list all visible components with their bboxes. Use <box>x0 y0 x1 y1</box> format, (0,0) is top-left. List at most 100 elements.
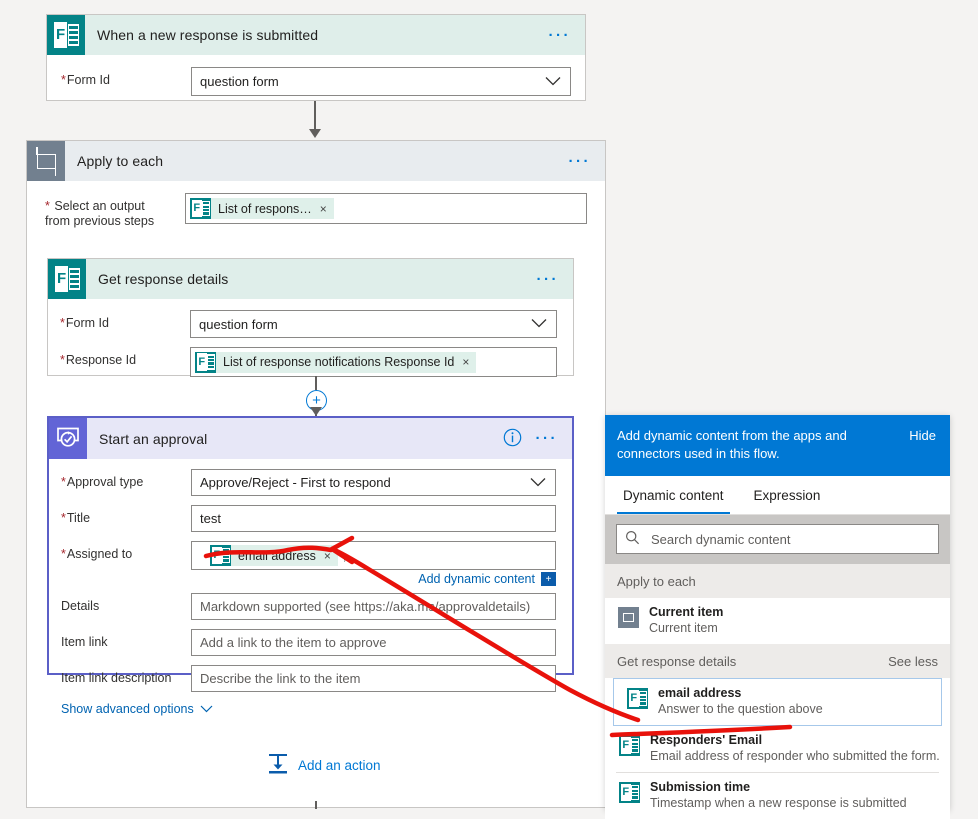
trigger-menu-button[interactable]: ··· <box>549 28 586 43</box>
dynamic-item-title: email address <box>658 686 742 700</box>
approval-title-input[interactable]: test <box>191 505 556 532</box>
start-approval-menu-button[interactable]: ··· <box>536 431 573 446</box>
token-label: email address <box>238 548 316 563</box>
connector-arrow-2 <box>310 407 322 416</box>
gr-response-id-label: Response Id <box>60 347 190 368</box>
token-list-of-responses[interactable]: F List of respons… × <box>190 198 334 219</box>
tab-expression[interactable]: Expression <box>748 476 827 514</box>
gr-response-id-row: Response Id F List of response notificat… <box>60 347 557 377</box>
gr-form-id-row: Form Id question form <box>60 310 557 338</box>
item-link-input[interactable]: Add a link to the item to approve <box>191 629 556 656</box>
apply-to-each-header[interactable]: Apply to each ··· <box>27 141 605 181</box>
add-an-action-label: Add an action <box>298 757 381 773</box>
chevron-down-icon[interactable] <box>530 475 546 490</box>
trigger-form-id-row: Form Id question form <box>61 67 571 96</box>
start-approval-body: Approval type Approve/Reject - First to … <box>49 459 572 716</box>
forms-icon: F <box>190 198 211 219</box>
connector-line-4 <box>315 801 317 809</box>
approval-title-label: Title <box>61 505 191 526</box>
select-output-input[interactable]: F List of respons… × <box>185 193 587 224</box>
dynamic-item-responders-email[interactable]: F Responders' Email Email address of res… <box>605 726 950 772</box>
dynamic-item-email-address[interactable]: F email address Answer to the question a… <box>613 678 942 726</box>
assigned-to-row: Assigned to F email address × ; <box>61 541 556 570</box>
trigger-title: When a new response is submitted <box>97 27 319 43</box>
token-remove-button[interactable]: × <box>462 355 469 369</box>
select-output-label-line2: from previous steps <box>45 214 155 228</box>
trigger-card-header[interactable]: F When a new response is submitted ··· <box>47 15 585 55</box>
get-response-details-card[interactable]: F Get response details ··· Form Id quest… <box>47 258 574 377</box>
trigger-form-id-input[interactable]: question form <box>191 67 571 96</box>
start-approval-header[interactable]: Start an approval ··· <box>49 418 572 459</box>
chevron-down-icon[interactable] <box>545 74 561 89</box>
dynamic-content-panel[interactable]: Add dynamic content from the apps and co… <box>605 415 950 819</box>
loop-icon <box>618 607 639 628</box>
token-email-address[interactable]: F email address × <box>210 545 338 566</box>
assigned-to-trailing-text: ; <box>342 548 347 563</box>
hide-panel-button[interactable]: Hide <box>909 427 936 463</box>
info-icon[interactable] <box>503 428 522 450</box>
trigger-card[interactable]: F When a new response is submitted ··· F… <box>46 14 586 101</box>
dynamic-group-name: Get response details <box>617 654 737 669</box>
search-placeholder: Search dynamic content <box>651 531 791 547</box>
trigger-form-id-value: question form <box>200 74 279 89</box>
forms-icon: F <box>48 259 86 299</box>
approval-type-label: Approval type <box>61 469 191 490</box>
approval-type-select[interactable]: Approve/Reject - First to respond <box>191 469 556 496</box>
dynamic-item-current-item[interactable]: Current item Current item <box>605 598 950 644</box>
add-dynamic-content-icon[interactable]: + <box>541 572 556 586</box>
approval-title-row: Title test <box>61 505 556 532</box>
show-advanced-options-toggle[interactable]: Show advanced options <box>61 701 556 716</box>
approval-icon <box>49 418 87 459</box>
search-icon <box>625 530 640 548</box>
token-label: List of respons… <box>218 201 312 216</box>
apply-to-each-menu-button[interactable]: ··· <box>569 154 606 169</box>
apply-to-each-body: Select an output from previous steps F L… <box>27 181 605 229</box>
forms-icon: F <box>619 782 640 803</box>
item-link-description-row: Item link description Describe the link … <box>61 665 556 692</box>
add-an-action-button[interactable]: Add an action <box>267 753 381 777</box>
dynamic-group-apply-to-each: Apply to each <box>605 564 950 598</box>
token-response-id[interactable]: F List of response notifications Respons… <box>195 351 477 373</box>
dynamic-content-tabs: Dynamic content Expression <box>605 476 950 515</box>
add-action-icon <box>267 753 289 777</box>
approval-type-row: Approval type Approve/Reject - First to … <box>61 469 556 496</box>
token-remove-button[interactable]: × <box>320 202 327 216</box>
gr-form-id-label: Form Id <box>60 310 190 331</box>
gr-response-id-input[interactable]: F List of response notifications Respons… <box>190 347 557 377</box>
tab-dynamic-content[interactable]: Dynamic content <box>617 476 730 514</box>
details-placeholder: Markdown supported (see https://aka.ms/a… <box>200 599 531 614</box>
gr-form-id-value: question form <box>199 316 278 332</box>
dynamic-content-search-wrapper: Search dynamic content <box>605 515 950 564</box>
details-input[interactable]: Markdown supported (see https://aka.ms/a… <box>191 593 556 620</box>
token-label: List of response notifications Response … <box>223 355 455 369</box>
dynamic-item-description: Timestamp when a new response is submitt… <box>650 796 907 810</box>
see-less-button[interactable]: See less <box>888 654 938 669</box>
item-link-row: Item link Add a link to the item to appr… <box>61 629 556 656</box>
get-response-details-body: Form Id question form Response Id F <box>48 299 573 377</box>
connector-arrow-1 <box>309 129 321 138</box>
dynamic-item-submission-time[interactable]: F Submission time Timestamp when a new r… <box>605 773 950 819</box>
select-output-label: Select an output from previous steps <box>45 193 185 229</box>
apply-to-each-card[interactable]: Apply to each ··· Select an output from … <box>26 140 606 809</box>
item-link-label: Item link <box>61 635 108 649</box>
add-dynamic-content-link[interactable]: Add dynamic content <box>418 572 535 586</box>
item-link-description-input[interactable]: Describe the link to the item <box>191 665 556 692</box>
chevron-down-icon[interactable] <box>531 317 547 332</box>
forms-icon: F <box>210 545 231 566</box>
details-row: Details Markdown supported (see https://… <box>61 593 556 620</box>
dynamic-item-description: Current item <box>649 621 718 635</box>
dynamic-group-name: Apply to each <box>617 574 696 589</box>
search-dynamic-content-input[interactable]: Search dynamic content <box>616 524 939 554</box>
token-remove-button[interactable]: × <box>324 549 331 563</box>
connector-line-2 <box>315 376 317 390</box>
select-output-row: Select an output from previous steps F L… <box>45 193 587 229</box>
forms-icon: F <box>47 15 85 55</box>
get-response-details-header[interactable]: F Get response details ··· <box>48 259 573 299</box>
start-approval-card[interactable]: Start an approval ··· Approval type Appr… <box>47 416 574 716</box>
approval-type-value: Approve/Reject - First to respond <box>200 475 391 490</box>
gr-form-id-input[interactable]: question form <box>190 310 557 338</box>
dynamic-item-title: Responders' Email <box>650 733 763 747</box>
dynamic-item-title: Current item <box>649 605 724 619</box>
assigned-to-input[interactable]: F email address × ; <box>191 541 556 570</box>
get-response-details-menu-button[interactable]: ··· <box>537 272 574 287</box>
